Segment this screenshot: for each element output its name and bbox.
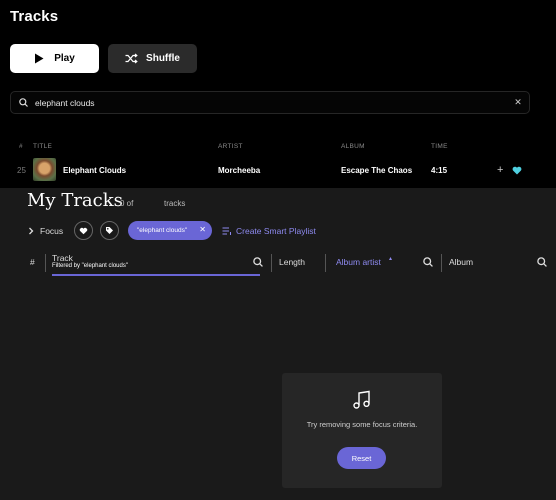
remove-filter-icon[interactable]: ✕ [199, 225, 206, 234]
column-divider [441, 254, 442, 272]
shuffle-button[interactable]: Shuffle [108, 44, 197, 73]
column-divider [271, 254, 272, 272]
row-title[interactable]: Elephant Clouds [63, 166, 126, 175]
add-icon[interactable]: + [497, 164, 503, 176]
column-divider [45, 254, 46, 272]
page-title: Tracks [10, 8, 59, 25]
row-number: 25 [17, 166, 26, 175]
col-track-label: Track [52, 253, 73, 263]
table-row[interactable]: 25 Elephant Clouds Morcheeba Escape The … [0, 158, 556, 184]
col-title[interactable]: TITLE [33, 143, 52, 150]
clear-search-icon[interactable]: ✕ [507, 97, 529, 108]
empty-message: Try removing some focus criteria. [306, 420, 418, 429]
empty-state-card: Try removing some focus criteria. Reset [282, 373, 442, 488]
search-field[interactable]: elephant clouds ✕ [10, 91, 530, 114]
search-icon [11, 98, 35, 107]
search-icon[interactable] [423, 257, 433, 267]
filter-chip[interactable]: "elephant clouds" ✕ [128, 221, 212, 240]
focus-toggle[interactable]: Focus [28, 226, 63, 236]
heart-outline-icon [79, 227, 88, 234]
chevron-right-icon [29, 227, 34, 235]
shuffle-label: Shuffle [146, 53, 180, 64]
col-length[interactable]: Length [279, 257, 305, 283]
search-input[interactable]: elephant clouds [35, 98, 507, 108]
col-album[interactable]: Album [449, 257, 473, 283]
focus-label: Focus [40, 226, 64, 236]
tag-icon [106, 227, 113, 234]
tracks-panel: Tracks Play Shuffle elephant clouds ✕ # … [0, 0, 556, 188]
create-smart-playlist-label: Create Smart Playlist [236, 226, 316, 236]
my-tracks-title: My Tracks [27, 190, 123, 211]
track-count: 0 of [120, 199, 134, 208]
row-time: 4:15 [431, 166, 448, 175]
shuffle-icon [125, 53, 138, 64]
col-track[interactable]: Track Filtered by "elephant clouds" [52, 250, 263, 276]
track-count-suffix: tracks [164, 199, 186, 208]
my-tracks-panel: My Tracks 0 of tracks Focus "elephant cl… [0, 188, 556, 500]
music-note-icon [353, 390, 370, 409]
smart-playlist-icon [222, 227, 231, 235]
play-button[interactable]: Play [10, 44, 99, 73]
col-track-filter: Filtered by "elephant clouds" [52, 263, 128, 269]
column-divider [325, 254, 326, 272]
filter-chip-label: "elephant clouds" [137, 227, 188, 234]
row-album[interactable]: Escape The Chaos [341, 166, 412, 175]
col-album[interactable]: ALBUM [341, 143, 365, 150]
play-icon [35, 53, 44, 64]
tag-filter-button[interactable] [100, 221, 119, 240]
col-num: # [19, 143, 23, 150]
album-art [33, 158, 56, 181]
col-time[interactable]: TIME [431, 143, 448, 150]
create-smart-playlist-link[interactable]: Create Smart Playlist [222, 226, 316, 236]
favorite-filter-button[interactable] [74, 221, 93, 240]
col-artist[interactable]: ARTIST [218, 143, 243, 150]
search-icon[interactable] [537, 257, 547, 267]
col-num[interactable]: # [30, 257, 35, 283]
search-icon[interactable] [253, 257, 263, 267]
my-tracks-header: # Track Filtered by "elephant clouds" Le… [0, 250, 556, 276]
focus-bar: Focus "elephant clouds" ✕ Create Smart P… [0, 220, 556, 242]
col-album-artist[interactable]: Album artist [336, 257, 381, 283]
play-label: Play [54, 53, 75, 64]
row-artist[interactable]: Morcheeba [218, 166, 260, 175]
heart-icon[interactable] [512, 166, 522, 175]
reset-button[interactable]: Reset [337, 447, 386, 469]
sort-ascending-icon: ▴ [389, 256, 393, 262]
